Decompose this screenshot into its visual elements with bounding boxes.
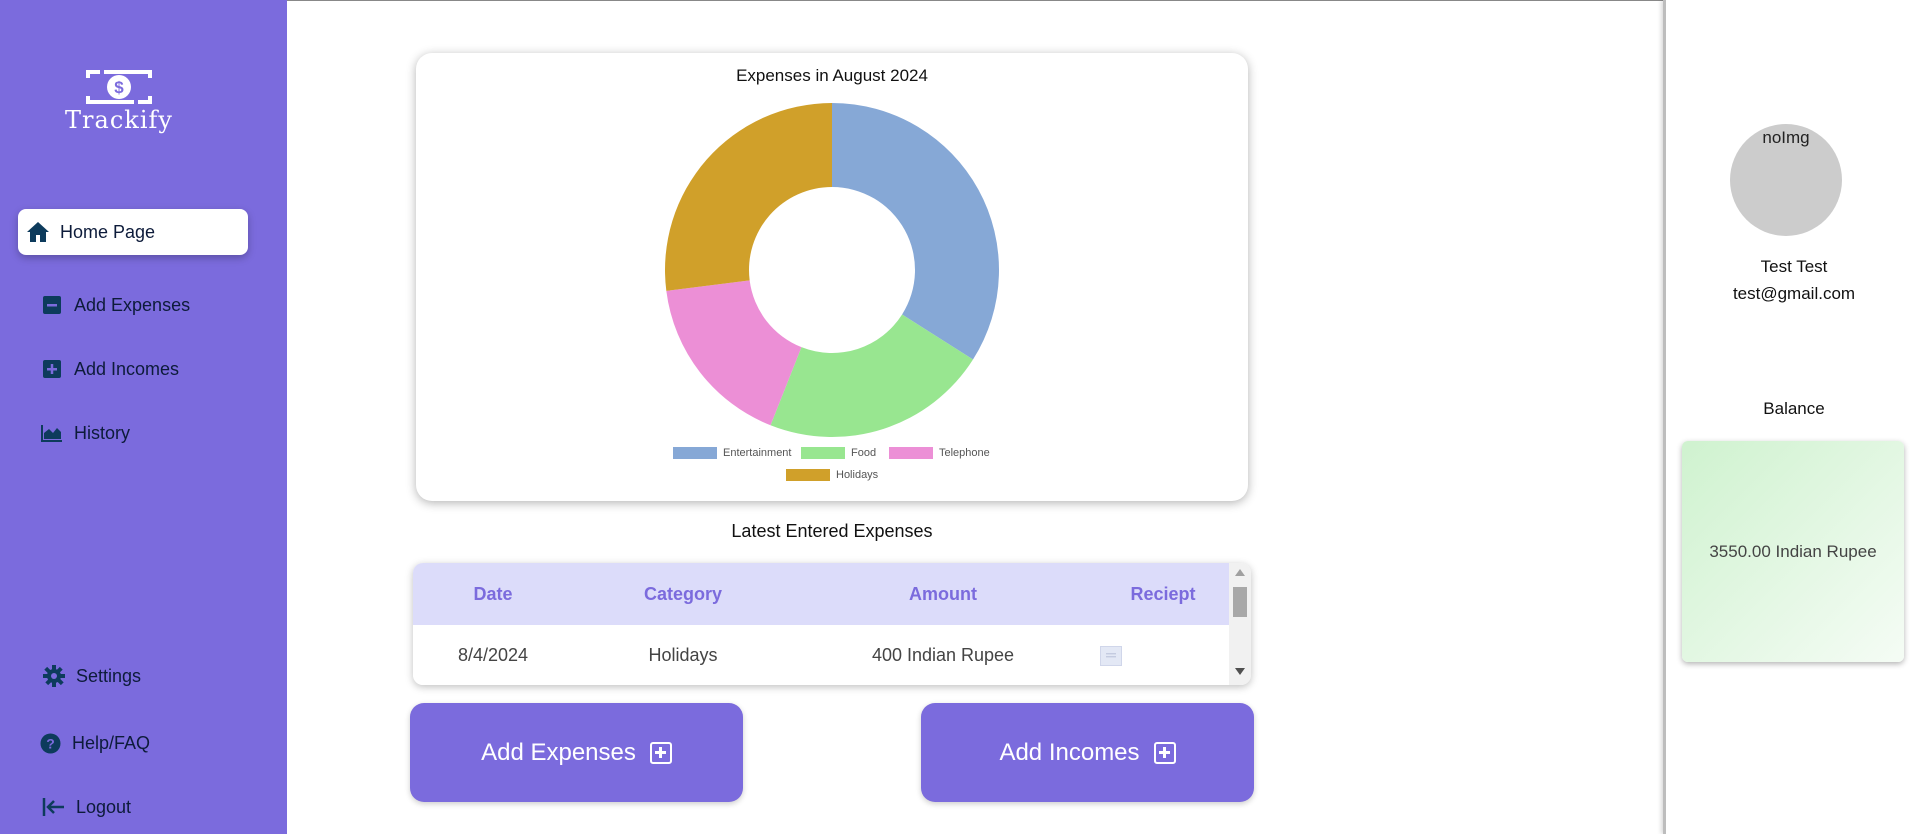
pie-slice-holidays[interactable] xyxy=(665,103,832,291)
sidebar-item-label: Settings xyxy=(76,665,142,686)
money-bill-icon: $ xyxy=(86,70,152,104)
svg-text:?: ? xyxy=(46,735,55,751)
sidebar-item-history[interactable]: History xyxy=(18,410,248,456)
add-incomes-button[interactable]: Add Incomes xyxy=(921,703,1254,802)
home-icon xyxy=(26,220,50,244)
sidebar-item-label: Add Expenses xyxy=(74,294,191,315)
legend-item-telephone[interactable]: Telephone xyxy=(889,447,990,459)
minus-square-icon xyxy=(40,293,64,317)
area-chart-icon xyxy=(40,421,64,445)
plus-square-icon xyxy=(40,357,64,381)
scroll-down-arrow-icon[interactable] xyxy=(1235,668,1245,675)
column-header-receipt: Reciept xyxy=(1130,583,1196,604)
sidebar-item-label: History xyxy=(74,422,131,443)
sidebar-item-label: Help/FAQ xyxy=(72,732,151,753)
logout-icon xyxy=(42,795,66,819)
row-receipt xyxy=(1093,625,1233,685)
expenses-chart-card: Expenses in August 2024 Entertainment Foo… xyxy=(416,53,1248,501)
svg-text:$: $ xyxy=(114,78,124,97)
question-circle-icon: ? xyxy=(38,731,62,755)
add-expenses-button-label: Add Expenses xyxy=(481,738,636,766)
table-header: Date Category Amount Reciept xyxy=(413,563,1229,625)
legend-item-holidays[interactable]: Holidays xyxy=(786,469,878,481)
sidebar-item-settings[interactable]: Settings xyxy=(18,653,248,699)
top-divider xyxy=(287,0,1663,1)
add-incomes-button-label: Add Incomes xyxy=(999,738,1140,766)
app-logo[interactable]: $ Trackify xyxy=(64,70,174,134)
column-header-amount: Amount xyxy=(909,583,977,604)
add-expenses-button[interactable]: Add Expenses xyxy=(410,703,743,802)
latest-expenses-title: Latest Entered Expenses xyxy=(731,521,933,541)
sidebar-item-logout[interactable]: Logout xyxy=(18,784,248,830)
app-name: Trackify xyxy=(65,106,173,134)
receipt-image-icon[interactable] xyxy=(1099,646,1122,666)
sidebar-item-label: Home Page xyxy=(60,221,156,242)
column-header-date: Date xyxy=(473,583,513,604)
sidebar: $ Trackify Home Page Add Expenses Add In… xyxy=(0,0,287,834)
sidebar-item-label: Add Incomes xyxy=(74,358,180,379)
legend-swatch xyxy=(801,447,845,459)
row-amount: 400 Indian Rupee xyxy=(871,644,1015,665)
sidebar-item-help[interactable]: ? Help/FAQ xyxy=(18,720,248,766)
pie-slice-entertainment[interactable] xyxy=(832,103,999,360)
legend-label: Telephone xyxy=(939,447,990,459)
table-row: 8/4/2024 Holidays 400 Indian Rupee xyxy=(413,625,1229,685)
plus-square-icon xyxy=(1153,741,1176,764)
legend-swatch xyxy=(673,447,717,459)
latest-expenses-table: Date Category Amount Reciept 8/4/2024 Ho… xyxy=(413,563,1251,685)
row-date: 8/4/2024 xyxy=(457,644,529,665)
table-scrollbar[interactable] xyxy=(1229,563,1251,685)
gear-icon xyxy=(42,664,66,688)
avatar-alt-text: noImg xyxy=(1762,128,1810,147)
legend-swatch xyxy=(889,447,933,459)
user-name: Test Test xyxy=(1760,257,1828,276)
sidebar-item-add-incomes[interactable]: Add Incomes xyxy=(18,346,248,392)
balance-value: 3550.00 Indian Rupee xyxy=(1709,541,1877,561)
avatar[interactable]: noImg xyxy=(1730,124,1842,236)
profile-panel: noImg Test Test test@gmail.com Balance 3… xyxy=(1663,0,1919,834)
plus-square-icon xyxy=(649,741,672,764)
row-category: Holidays xyxy=(648,644,718,665)
column-header-category: Category xyxy=(643,583,723,604)
sidebar-item-label: Logout xyxy=(76,796,132,817)
scrollbar-thumb[interactable] xyxy=(1233,587,1247,617)
expenses-donut-chart xyxy=(665,103,999,437)
sidebar-item-home[interactable]: Home Page xyxy=(18,209,248,255)
user-email: test@gmail.com xyxy=(1732,284,1856,303)
legend-label: Holidays xyxy=(836,469,879,481)
legend-item-entertainment[interactable]: Entertainment xyxy=(673,447,791,459)
scroll-up-arrow-icon[interactable] xyxy=(1235,569,1245,576)
legend-label: Food xyxy=(851,447,877,459)
legend-swatch xyxy=(786,469,830,481)
balance-card: 3550.00 Indian Rupee xyxy=(1682,441,1904,662)
sidebar-item-add-expenses[interactable]: Add Expenses xyxy=(18,282,248,328)
balance-label: Balance xyxy=(1763,399,1825,418)
legend-label: Entertainment xyxy=(723,447,792,459)
legend-item-food[interactable]: Food xyxy=(801,447,876,459)
